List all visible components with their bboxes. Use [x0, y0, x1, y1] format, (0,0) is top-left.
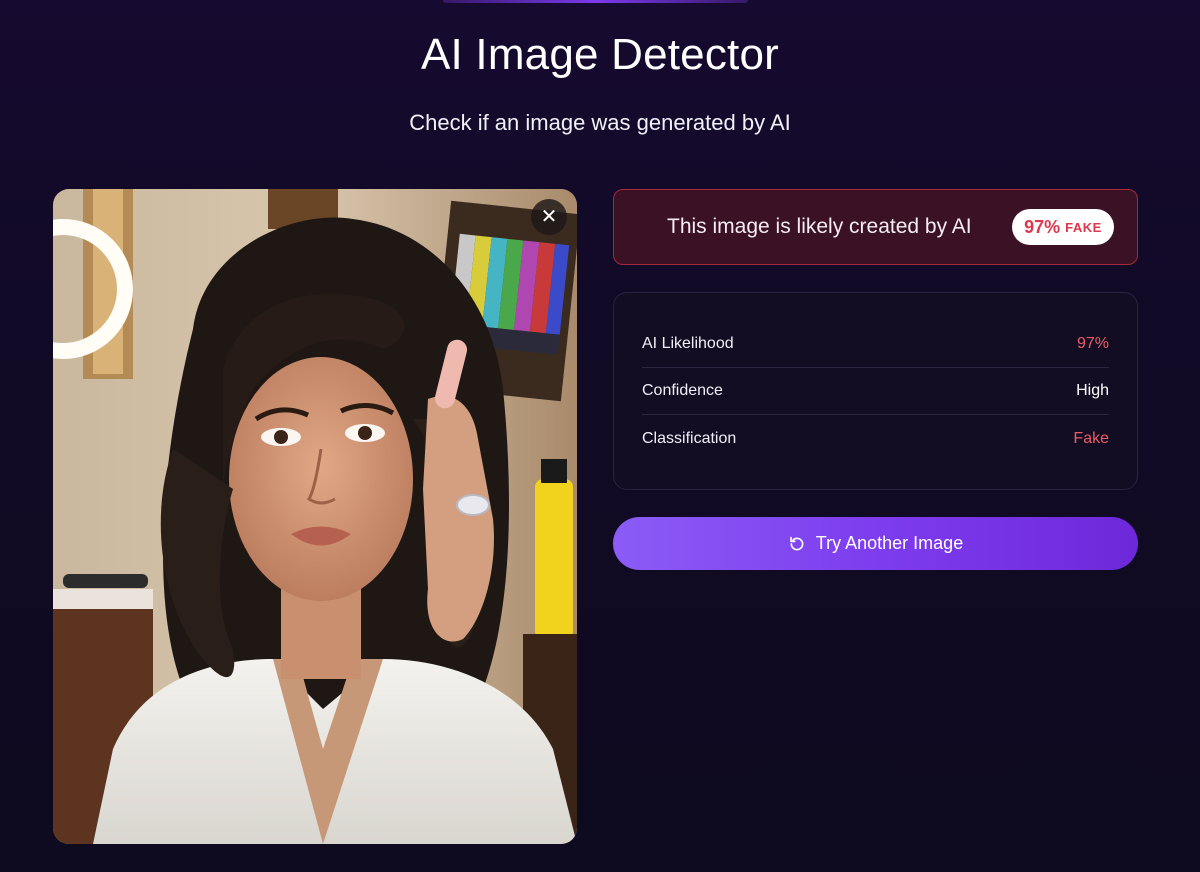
- top-accent-bar: [443, 0, 748, 3]
- verdict-badge: 97% FAKE: [1012, 209, 1114, 245]
- try-another-button[interactable]: Try Another Image: [613, 517, 1138, 570]
- stats-card: AI Likelihood 97% Confidence High Classi…: [613, 292, 1138, 490]
- stat-label: Confidence: [642, 382, 723, 399]
- close-icon: ✕: [540, 206, 558, 228]
- uploaded-image: [53, 189, 577, 844]
- badge-label: FAKE: [1065, 219, 1102, 235]
- stat-value: Fake: [1073, 429, 1109, 447]
- verdict-banner: This image is likely created by AI 97% F…: [613, 189, 1138, 265]
- page-title: AI Image Detector: [421, 30, 779, 79]
- stat-row-ai-likelihood: AI Likelihood 97%: [642, 321, 1109, 368]
- stat-value: 97%: [1076, 335, 1109, 352]
- stat-row-classification: Classification Fake: [642, 415, 1109, 462]
- stat-row-confidence: Confidence High: [642, 368, 1109, 415]
- stat-label: Classification: [642, 429, 737, 447]
- badge-percent: 97%: [1024, 216, 1061, 237]
- try-another-label: Try Another Image: [815, 533, 964, 553]
- stat-value: High: [1076, 382, 1109, 399]
- verdict-text: This image is likely created by AI: [667, 215, 972, 238]
- stat-label: AI Likelihood: [642, 335, 734, 352]
- close-button[interactable]: ✕: [531, 199, 567, 235]
- uploaded-photo-illustration: [53, 189, 577, 844]
- refresh-icon: [789, 536, 804, 550]
- page-subtitle: Check if an image was generated by AI: [409, 110, 791, 135]
